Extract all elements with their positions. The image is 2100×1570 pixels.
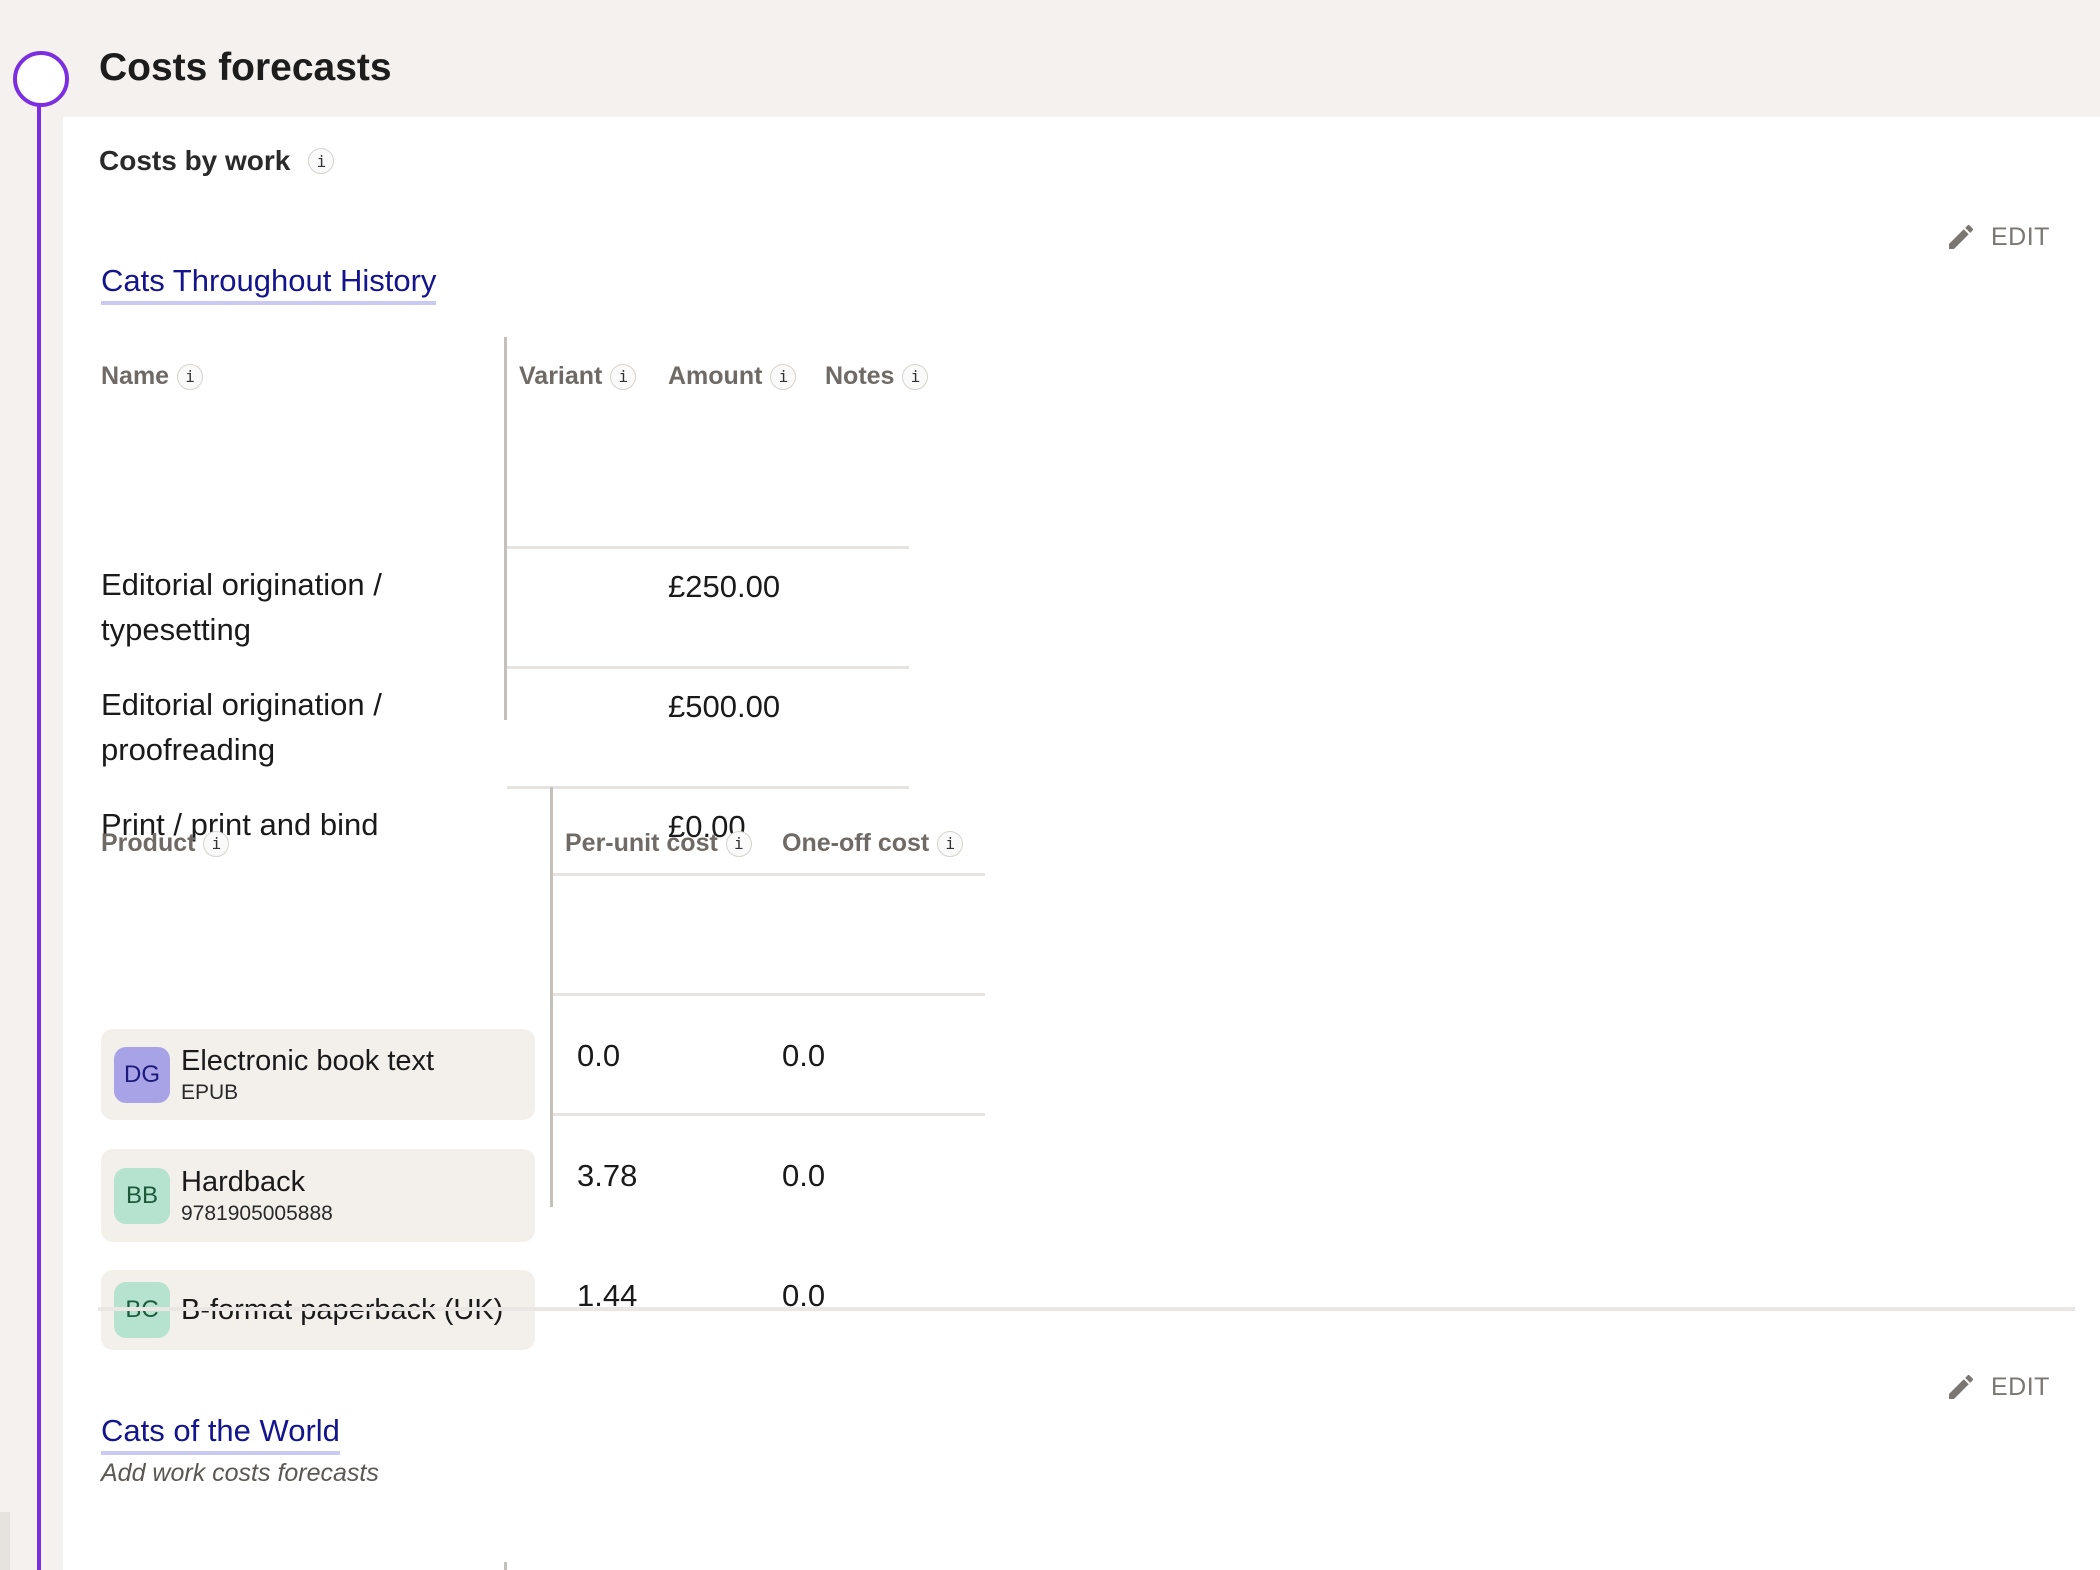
header-one-off-cost: One-off cost i [782,829,964,858]
product-avatar: DG [114,1046,170,1103]
cost-table: Name i Variant i Amount i Notes i Editorial … [101,337,1011,862]
table-row: Editorial origination / typesetting [101,562,382,652]
product-card[interactable]: DG Electronic book text EPUB [101,1029,535,1120]
header-variant: Variant i [519,362,637,391]
column-divider [504,1562,507,1570]
edit-button[interactable]: EDIT [1945,221,2050,253]
info-icon[interactable]: i [937,830,964,857]
info-icon[interactable]: i [770,363,797,390]
page: Costs forecasts Costs by work i EDIT Cat… [0,0,2100,1570]
product-format: EPUB [181,1080,239,1104]
one-off-cost: 0.0 [782,1278,826,1313]
cost-name: typesetting [101,612,251,647]
product-name: Electronic book text [181,1044,435,1077]
row-divider [553,993,985,996]
info-icon[interactable]: i [902,363,929,390]
cost-name: proofreading [101,732,276,767]
row-divider [507,786,909,789]
table-row: Editorial origination / proofreading [101,682,382,772]
costs-by-work-heading: Costs by work i [99,145,335,177]
add-work-costs-hint: Add work costs forecasts [101,1459,379,1487]
cost-amount: £500.00 [668,689,781,724]
info-icon[interactable]: i [308,148,335,174]
cost-name: Editorial origination / [101,687,382,722]
work-title-link[interactable]: Cats of the World [101,1413,340,1455]
header-product: Product i [101,829,230,858]
per-unit-cost: 3.78 [577,1158,638,1193]
row-divider [507,546,909,549]
header-per-unit-cost: Per-unit cost i [565,829,752,858]
cost-amount: £250.00 [668,569,781,604]
product-avatar: BB [114,1167,170,1224]
product-table: Product i Per-unit cost i One-off cost i DG… [101,787,1051,1369]
product-card[interactable]: BB Hardback 9781905005888 [101,1149,535,1242]
header-amount: Amount i [668,362,797,391]
info-icon[interactable]: i [610,363,637,390]
edit-button[interactable]: EDIT [1945,1371,2050,1403]
header-name: Name i [101,362,204,391]
timeline-line [37,100,41,1570]
pencil-icon [1949,224,1974,249]
product-name: Hardback [181,1165,306,1198]
left-edge-stub [0,1512,10,1570]
info-icon[interactable]: i [177,363,204,390]
per-unit-cost: 1.44 [577,1278,638,1313]
costs-by-work-label: Costs by work [99,145,291,176]
edit-label: EDIT [1991,1372,2050,1401]
row-divider [553,873,985,876]
row-divider [507,666,909,669]
timeline-step-icon [13,51,69,107]
product-isbn: 9781905005888 [181,1201,333,1225]
one-off-cost: 0.0 [782,1038,826,1073]
per-unit-cost: 0.0 [577,1038,621,1073]
info-icon[interactable]: i [203,830,230,857]
pencil-icon [1949,1374,1974,1399]
costs-panel: Costs by work i EDIT Cats Throughout His… [63,117,2100,1570]
one-off-cost: 0.0 [782,1158,826,1193]
row-divider [553,1113,985,1116]
section-title: Costs forecasts [99,46,392,89]
edit-label: EDIT [1991,222,2050,251]
work-title-link[interactable]: Cats Throughout History [101,263,437,305]
header-notes: Notes i [825,362,929,391]
work-divider [98,1307,2075,1311]
info-icon[interactable]: i [725,830,752,857]
column-divider [550,787,553,1207]
cost-name: Editorial origination / [101,567,382,602]
column-divider [504,337,507,720]
